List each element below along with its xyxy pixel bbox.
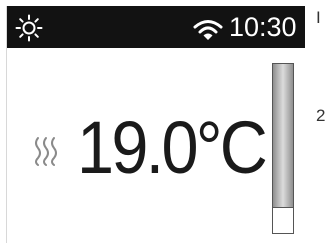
side-label: 2	[316, 106, 326, 125]
clock-time: 10:30	[229, 12, 297, 42]
wifi-icon	[193, 20, 223, 40]
level-bar[interactable]	[272, 63, 294, 234]
status-bar: 10:30	[7, 6, 305, 48]
sun-icon	[15, 14, 43, 42]
side-label: I	[316, 8, 321, 27]
temperature-readout: 19.0°C	[77, 106, 268, 189]
heat-waves-icon	[35, 137, 57, 166]
level-bar-divider	[273, 207, 293, 208]
thermostat-screen: 10:30 19.0°C	[6, 6, 305, 243]
side-labels: I 2	[316, 0, 328, 243]
level-bar-empty	[273, 208, 293, 233]
